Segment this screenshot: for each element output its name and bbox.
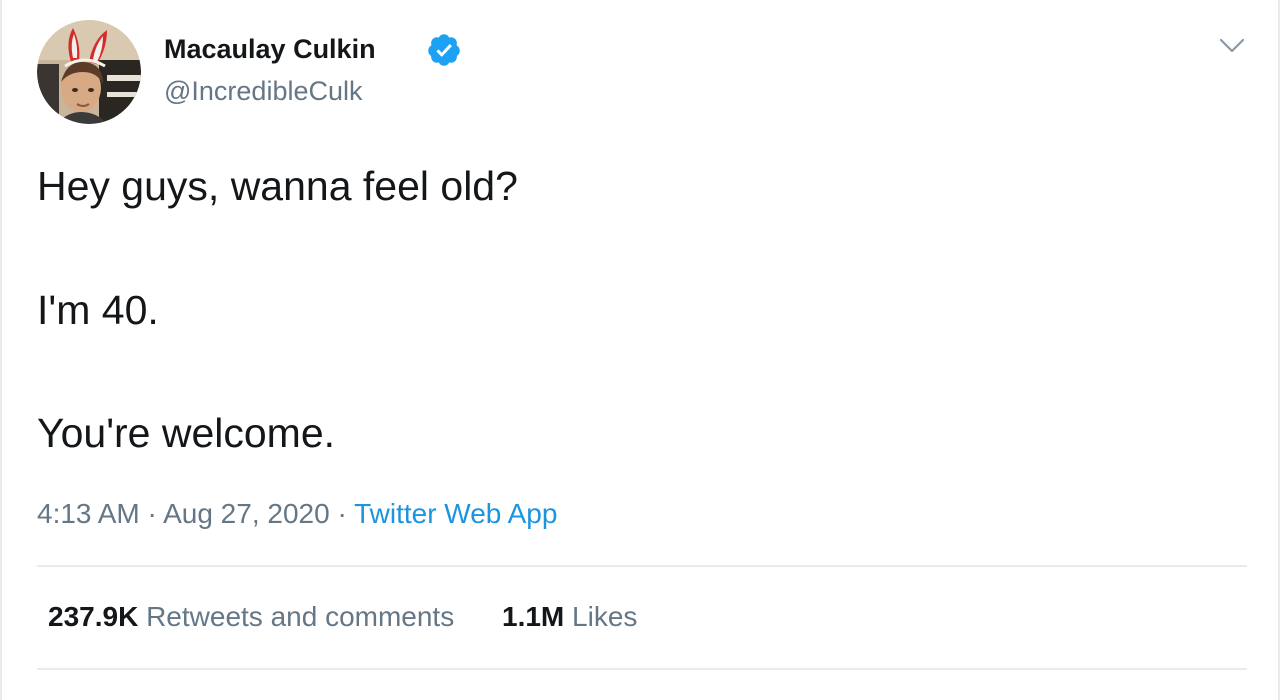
divider: [37, 565, 1247, 567]
retweets-stat[interactable]: 237.9K Retweets and comments: [48, 601, 454, 633]
meta-separator: ·: [337, 498, 347, 529]
tweet-text-line: I'm 40.: [37, 287, 159, 333]
handle[interactable]: @IncredibleCulk: [164, 76, 363, 107]
retweets-count: 237.9K: [48, 601, 139, 632]
tweet-card: Macaulay Culkin @IncredibleCulk Hey guys…: [0, 0, 1280, 700]
tweet-stats: 237.9K Retweets and comments 1.1M Likes: [48, 601, 637, 633]
likes-count: 1.1M: [502, 601, 565, 632]
retweets-label: Retweets and comments: [146, 601, 455, 632]
tweet-metadata: 4:13 AM · Aug 27, 2020 · Twitter Web App: [37, 498, 557, 530]
tweet-text-line: You're welcome.: [37, 410, 336, 456]
tweet-text-line: Hey guys, wanna feel old?: [37, 163, 518, 209]
avatar[interactable]: [37, 20, 141, 124]
verified-badge-icon: [428, 34, 460, 66]
likes-stat[interactable]: 1.1M Likes: [502, 601, 637, 633]
meta-separator: ·: [147, 498, 157, 529]
tweet-time[interactable]: 4:13 AM: [37, 498, 140, 529]
chevron-down-icon[interactable]: [1215, 30, 1249, 60]
display-name[interactable]: Macaulay Culkin: [164, 34, 376, 65]
likes-label: Likes: [572, 601, 638, 632]
tweet-source-link[interactable]: Twitter Web App: [354, 498, 557, 529]
divider: [37, 668, 1247, 670]
tweet-date[interactable]: Aug 27, 2020: [163, 498, 330, 529]
